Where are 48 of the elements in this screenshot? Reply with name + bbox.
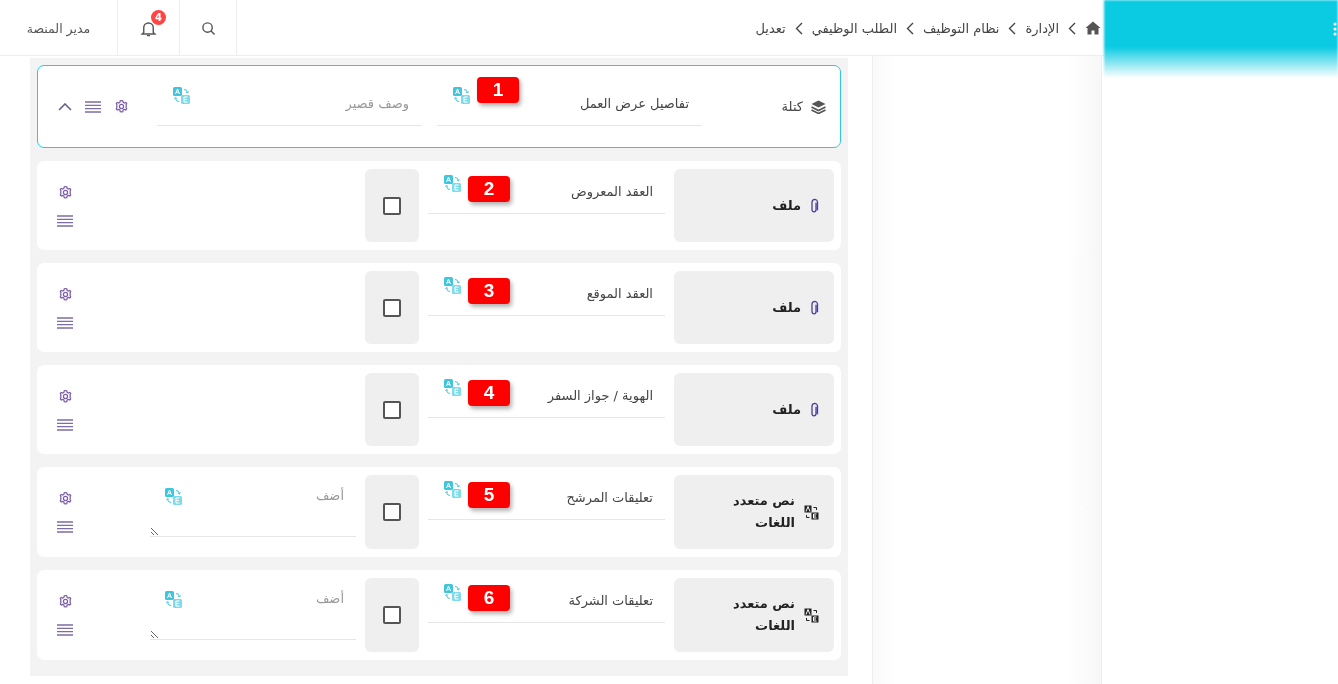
breadcrumb-item[interactable]: الطلب الوظيفي <box>811 20 898 36</box>
chevron-icon <box>794 21 803 35</box>
marker-badge: 3 <box>468 278 510 304</box>
breadcrumb-item[interactable]: نظام التوظيف <box>923 20 1000 36</box>
settings-icon[interactable] <box>57 184 73 200</box>
settings-icon[interactable] <box>57 286 73 302</box>
marker-badge: 4 <box>468 380 510 406</box>
checkbox[interactable] <box>383 606 401 624</box>
user-name[interactable]: مدير المنصة <box>0 0 118 56</box>
field-type-text: ملف <box>772 196 801 215</box>
settings-icon[interactable] <box>57 490 73 506</box>
language-icon <box>804 504 819 520</box>
settings-icon[interactable] <box>114 99 129 114</box>
drag-handle-icon[interactable] <box>57 316 73 329</box>
chevron-icon <box>906 21 915 35</box>
notification-count: 4 <box>151 10 166 25</box>
paperclip-icon <box>810 300 819 315</box>
breadcrumb-item[interactable]: الإدارة <box>1025 20 1059 36</box>
drag-handle-icon[interactable] <box>57 418 73 431</box>
drag-handle-icon[interactable] <box>57 214 73 227</box>
home-icon[interactable] <box>1085 21 1101 35</box>
settings-icon[interactable] <box>57 593 73 609</box>
checkbox[interactable] <box>383 503 401 521</box>
settings-icon[interactable] <box>57 388 73 404</box>
chevron-icon <box>1068 21 1076 35</box>
paperclip-icon <box>810 402 819 417</box>
collapse-icon[interactable] <box>58 102 72 111</box>
field-type-text: ملف <box>772 400 801 419</box>
search-icon[interactable] <box>200 20 216 36</box>
marker-badge: 6 <box>468 585 510 611</box>
marker-badge: 1 <box>477 77 519 103</box>
marker-badge: 5 <box>468 482 510 508</box>
checkbox[interactable] <box>383 298 401 317</box>
checkbox[interactable] <box>383 196 401 215</box>
marker-badge: 2 <box>468 176 510 202</box>
drag-handle-icon[interactable] <box>85 100 101 113</box>
checkbox[interactable] <box>383 400 401 419</box>
field-type-text: نص متعدد اللغات <box>731 595 795 635</box>
drag-handle-icon[interactable] <box>57 521 73 534</box>
layers-icon <box>811 99 826 114</box>
field-type-text: ملف <box>772 298 801 317</box>
language-icon <box>804 607 819 623</box>
drag-handle-icon[interactable] <box>57 624 73 637</box>
breadcrumb-item: تعديل <box>755 20 786 36</box>
block-type-label: كتلة <box>781 99 803 114</box>
chevron-icon <box>1008 21 1017 35</box>
paperclip-icon <box>810 198 819 213</box>
field-type-text: نص متعدد اللغات <box>731 492 795 532</box>
